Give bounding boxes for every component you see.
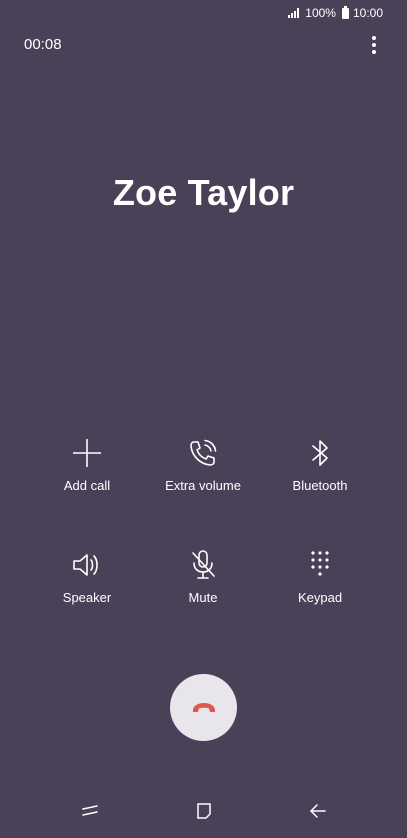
caller-name: Zoe Taylor (112, 172, 295, 213)
more-options-icon[interactable] (369, 34, 379, 56)
battery-icon (341, 5, 349, 19)
end-call-icon (192, 702, 215, 712)
bluetooth-icon (312, 440, 328, 466)
back-button[interactable] (303, 796, 333, 826)
keypad-button[interactable]: Keypad (260, 548, 380, 605)
home-button[interactable] (189, 796, 219, 826)
recent-apps-button[interactable] (75, 796, 105, 826)
recent-apps-icon (82, 805, 98, 816)
back-icon (310, 804, 326, 818)
mute-button[interactable]: Mute (143, 548, 263, 605)
speaker-button[interactable]: Speaker (27, 548, 147, 605)
plus-icon (73, 439, 101, 467)
speaker-icon (73, 554, 98, 576)
status-bar: 100% 10:00 (0, 0, 407, 26)
microphone-off-icon (192, 550, 215, 579)
phone-volume-icon (190, 439, 217, 466)
status-time: 10:00 (352, 6, 383, 20)
mute-label: Mute (188, 590, 218, 605)
bluetooth-label: Bluetooth (292, 478, 348, 493)
extra-volume-button[interactable]: Extra volume (143, 436, 263, 493)
call-timer: 00:08 (24, 36, 62, 53)
add-call-button[interactable]: Add call (27, 436, 147, 493)
home-icon (197, 803, 211, 819)
bluetooth-button[interactable]: Bluetooth (260, 436, 380, 493)
signal-icon (288, 8, 300, 18)
speaker-label: Speaker (62, 590, 112, 605)
keypad-icon (311, 551, 329, 576)
battery-percentage: 100% (305, 6, 336, 20)
extra-volume-label: Extra volume (165, 478, 241, 493)
navigation-bar (0, 782, 407, 838)
keypad-label: Keypad (297, 590, 343, 605)
end-call-button[interactable] (170, 674, 237, 741)
add-call-label: Add call (63, 478, 111, 493)
